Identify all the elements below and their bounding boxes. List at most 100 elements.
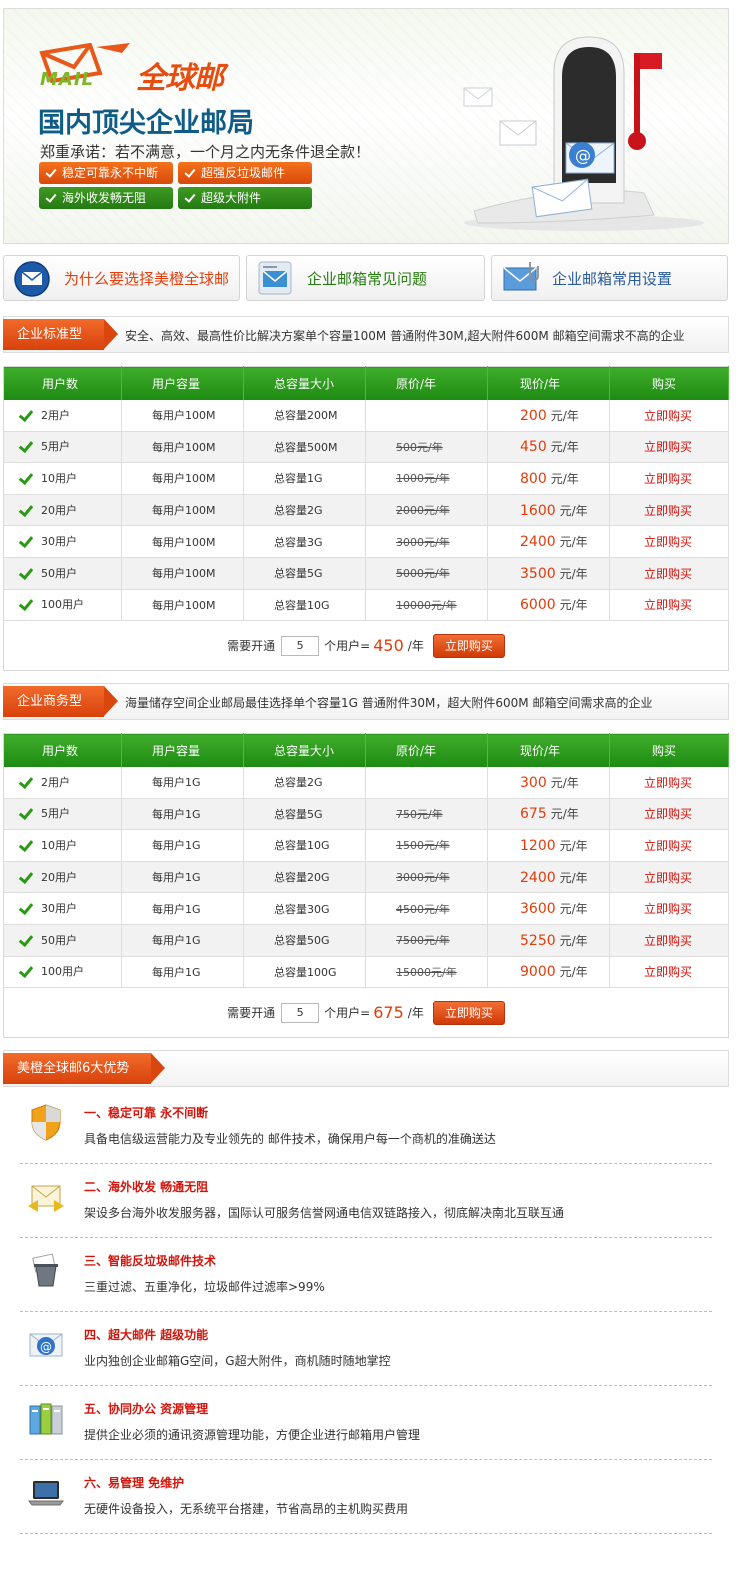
buy-cell: 立即购买 [609, 861, 729, 894]
current-price-cell: 675 元/年 [487, 798, 610, 831]
advantage-description: 提供企业必须的通讯资源管理功能，方便企业进行邮箱用户管理 [84, 1428, 421, 1442]
table-header-row: 用户数 用户容量 总容量大小 原价/年 现价/年 购买 [3, 733, 729, 767]
advantage-item: 三、智能反垃圾邮件技术 三重过滤、五重净化，垃圾邮件过滤率>99% [20, 1240, 712, 1312]
quick-link-why-choose[interactable]: 为什么要选择美橙全球邮 [3, 255, 240, 301]
user-count: 50用户 [41, 933, 77, 947]
feature-tag-label: 超强反垃圾邮件 [201, 166, 286, 180]
price-unit: 元/年 [559, 535, 588, 550]
per-user-capacity: 每用户100M [121, 399, 244, 432]
section-tag: 美橙全球邮6大优势 [3, 1053, 166, 1084]
column-header: 购买 [609, 366, 729, 400]
total-capacity: 总容量100G [243, 956, 366, 989]
buy-now-button[interactable]: 立即购买 [432, 1000, 505, 1025]
user-count: 30用户 [41, 902, 77, 916]
quick-link-settings[interactable]: 企业邮箱常用设置 [491, 255, 728, 301]
quick-link-label: 企业邮箱常用设置 [552, 269, 673, 288]
original-price: 3000元/年 [396, 871, 450, 885]
current-price: 2400 [520, 869, 556, 886]
table-row: 50用户 每用户100M 总容量5G 5000元/年 3500 元/年 立即购买 [3, 557, 729, 590]
original-price: 500元/年 [396, 440, 443, 454]
current-price: 3500 [520, 565, 556, 582]
user-count: 100用户 [41, 598, 84, 612]
table-row: 5用户 每用户100M 总容量500M 500元/年 450 元/年 立即购买 [3, 431, 729, 464]
current-price-cell: 9000 元/年 [487, 956, 610, 989]
check-icon [184, 192, 196, 204]
user-count-cell: 2用户 [3, 766, 122, 799]
user-quantity-input[interactable] [281, 635, 320, 656]
buy-now-link[interactable]: 立即购买 [644, 807, 692, 821]
column-header: 总容量大小 [243, 366, 366, 400]
table-row: 100用户 每用户100M 总容量10G 10000元/年 6000 元/年 立即购买 [3, 589, 729, 622]
column-header: 用户容量 [121, 366, 244, 400]
user-count-cell: 100用户 [3, 956, 122, 989]
original-price-cell: 7500元/年 [365, 924, 488, 957]
current-price-cell: 6000 元/年 [487, 589, 610, 622]
user-quantity-input[interactable] [281, 1002, 320, 1023]
check-icon [18, 472, 33, 484]
check-icon [18, 871, 33, 883]
table-row: 5用户 每用户1G 总容量5G 750元/年 675 元/年 立即购买 [3, 798, 729, 831]
check-icon [18, 902, 33, 914]
original-price-cell: 4500元/年 [365, 892, 488, 925]
buy-now-link[interactable]: 立即购买 [644, 839, 692, 853]
per-user-capacity: 每用户100M [121, 557, 244, 590]
total-capacity: 总容量5G [243, 557, 366, 590]
buy-now-link[interactable]: 立即购买 [644, 965, 692, 979]
original-price: 3000元/年 [396, 535, 450, 549]
original-price: 5000元/年 [396, 567, 450, 581]
buy-now-link[interactable]: 立即购买 [644, 440, 692, 454]
buy-now-link[interactable]: 立即购买 [644, 472, 692, 486]
buy-now-button[interactable]: 立即购买 [432, 633, 505, 658]
brand-logo: MAIL 全球邮 [38, 43, 238, 96]
logo-text: 全球邮 [136, 61, 224, 96]
buy-now-link[interactable]: 立即购买 [644, 535, 692, 549]
original-price-cell: 1000元/年 [365, 462, 488, 495]
buy-now-link[interactable]: 立即购买 [644, 902, 692, 916]
total-capacity: 总容量200M [243, 399, 366, 432]
original-price-cell: 750元/年 [365, 798, 488, 831]
price-unit: 元/年 [559, 838, 588, 853]
user-count: 2用户 [41, 408, 70, 422]
per-user-capacity: 每用户100M [121, 462, 244, 495]
svg-text:@: @ [40, 1340, 52, 1354]
user-count: 100用户 [41, 965, 84, 979]
quick-link-faq[interactable]: 企业邮箱常见问题 [246, 255, 485, 301]
table-row: 10用户 每用户1G 总容量10G 1500元/年 1200 元/年 立即购买 [3, 829, 729, 862]
order-per-label: 个用户= [324, 639, 371, 653]
business-order-row: 需要开通 个用户= 675 /年 立即购买 [3, 988, 729, 1038]
advantage-title: 五、协同办公 资源管理 [84, 1402, 209, 1416]
current-price-cell: 2400 元/年 [487, 525, 610, 558]
price-unit: 元/年 [559, 933, 588, 948]
user-count-cell: 5用户 [3, 798, 122, 831]
buy-now-link[interactable]: 立即购买 [644, 934, 692, 948]
section-description: 海量储存空间企业邮局最佳选择单个容量1G 普通附件30M，超大附件600M 邮箱… [125, 696, 653, 710]
current-price-cell: 1600 元/年 [487, 494, 610, 527]
table-header-row: 用户数 用户容量 总容量大小 原价/年 现价/年 购买 [3, 366, 729, 400]
advantage-item: 五、协同办公 资源管理 提供企业必须的通讯资源管理功能，方便企业进行邮箱用户管理 [20, 1388, 712, 1460]
user-count-cell: 20用户 [3, 494, 122, 527]
total-capacity: 总容量1G [243, 462, 366, 495]
per-user-capacity: 每用户1G [121, 861, 244, 894]
original-price-cell: 3000元/年 [365, 861, 488, 894]
total-capacity: 总容量10G [243, 829, 366, 862]
buy-now-link[interactable]: 立即购买 [644, 598, 692, 612]
mailbox-illustration: @ [463, 36, 704, 231]
trash-filter-icon [32, 1253, 58, 1287]
user-count-cell: 50用户 [3, 924, 122, 957]
buy-cell: 立即购买 [609, 924, 729, 957]
table-row: 20用户 每用户100M 总容量2G 2000元/年 1600 元/年 立即购买 [3, 494, 729, 527]
logo-mail-text: MAIL [40, 69, 95, 90]
price-unit: 元/年 [559, 598, 588, 613]
buy-now-link[interactable]: 立即购买 [644, 871, 692, 885]
feature-tag-antispam: 超强反垃圾邮件 [178, 162, 312, 184]
buy-now-link[interactable]: 立即购买 [644, 567, 692, 581]
buy-now-link[interactable]: 立即购买 [644, 409, 692, 423]
feature-tag-stable: 稳定可靠永不中断 [39, 162, 173, 184]
per-user-capacity: 每用户1G [121, 829, 244, 862]
check-icon [18, 598, 33, 610]
buy-now-link[interactable]: 立即购买 [644, 776, 692, 790]
original-price-cell: 10000元/年 [365, 589, 488, 622]
column-header: 现价/年 [487, 366, 610, 400]
original-price-cell: 500元/年 [365, 431, 488, 464]
buy-now-link[interactable]: 立即购买 [644, 504, 692, 518]
